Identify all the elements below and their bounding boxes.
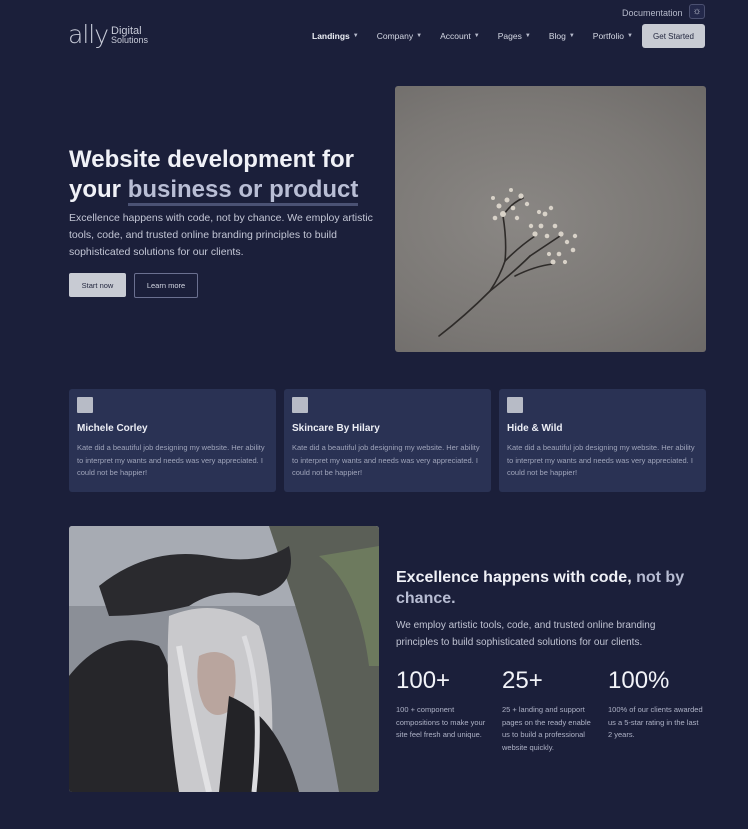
feature-title-start: Excellence happens with code, — [396, 569, 632, 586]
feature-image-portrait — [69, 526, 379, 792]
chevron-down-icon: ▼ — [416, 33, 423, 39]
stat-label: 100% of our clients awarded us a 5-star … — [608, 705, 703, 739]
avatar — [77, 397, 93, 413]
nav-label: Pages — [497, 31, 522, 41]
nav-label: Account — [440, 31, 471, 41]
testimonial-quote: Kate did a beautiful job designing my we… — [292, 443, 480, 477]
nav-label: Company — [376, 31, 414, 41]
theme-toggle-button[interactable]: ☼ — [689, 4, 705, 19]
nav-item-blog[interactable]: Blog ▼ — [549, 31, 575, 41]
nav-label: Portfolio — [592, 31, 624, 41]
stat-label: 100 + component compositions to make you… — [396, 705, 486, 739]
documentation-link[interactable]: Documentation — [622, 8, 683, 18]
nav-item-account[interactable]: Account ▼ — [440, 31, 480, 41]
main-nav: Landings ▼ Company ▼ Account ▼ Pages ▼ B… — [312, 31, 651, 41]
testimonial-quote: Kate did a beautiful job designing my we… — [77, 443, 265, 477]
stat-item: 100% 100% of our clients awarded us a 5-… — [608, 666, 714, 754]
testimonial-card: Michele Corley Kate did a beautiful job … — [69, 389, 276, 492]
portrait-illustration — [69, 526, 379, 792]
avatar — [507, 397, 523, 413]
stat-item: 25+ 25 + landing and support pages on th… — [502, 666, 608, 754]
chevron-down-icon: ▼ — [626, 33, 633, 39]
sun-icon: ☼ — [692, 6, 702, 17]
nav-item-portfolio[interactable]: Portfolio ▼ — [593, 31, 633, 41]
logo-mark: ally — [68, 20, 109, 49]
testimonial-name: Michele Corley — [77, 423, 148, 434]
stats-row: 100+ 100 + component compositions to mak… — [396, 666, 714, 754]
chevron-down-icon: ▼ — [352, 33, 359, 39]
chevron-down-icon: ▼ — [524, 33, 531, 39]
hero-title-accent: business or product — [127, 176, 359, 206]
stat-value: 25+ — [502, 667, 543, 694]
start-now-button[interactable]: Start now — [69, 273, 126, 297]
logo[interactable]: ally Digital Solutions — [68, 22, 148, 47]
testimonial-name: Skincare By Hilary — [292, 423, 380, 434]
avatar — [292, 397, 308, 413]
hero-description: Excellence happens with code, not by cha… — [69, 212, 373, 258]
testimonial-quote: Kate did a beautiful job designing my we… — [507, 443, 695, 477]
nav-label: Landings — [312, 31, 350, 41]
stat-value: 100% — [608, 667, 670, 694]
feature-title: Excellence happens with code, not by cha… — [396, 567, 696, 609]
nav-item-company[interactable]: Company ▼ — [377, 31, 422, 41]
nav-label: Blog — [548, 31, 566, 41]
hero-image-dried-flower — [395, 86, 706, 352]
testimonial-card: Skincare By Hilary Kate did a beautiful … — [284, 389, 491, 492]
chevron-down-icon: ▼ — [473, 33, 480, 39]
get-started-button[interactable]: Get Started — [642, 24, 705, 48]
testimonial-list: Michele Corley Kate did a beautiful job … — [69, 389, 706, 492]
stat-value: 100+ — [396, 667, 451, 694]
dried-flower-illustration — [438, 188, 578, 337]
logo-line-2: Solutions — [111, 34, 149, 45]
testimonial-card: Hide & Wild Kate did a beautiful job des… — [499, 389, 706, 492]
stat-label: 25 + landing and support pages on the re… — [502, 705, 591, 752]
chevron-down-icon: ▼ — [568, 33, 575, 39]
learn-more-button[interactable]: Learn more — [134, 273, 198, 298]
nav-item-landings[interactable]: Landings ▼ — [312, 31, 359, 41]
stat-item: 100+ 100 + component compositions to mak… — [396, 666, 502, 754]
hero-title: Website development for your business or… — [69, 145, 389, 206]
feature-description: We employ artistic tools, code, and trus… — [396, 620, 656, 648]
testimonial-name: Hide & Wild — [507, 423, 563, 434]
nav-item-pages[interactable]: Pages ▼ — [498, 31, 531, 41]
